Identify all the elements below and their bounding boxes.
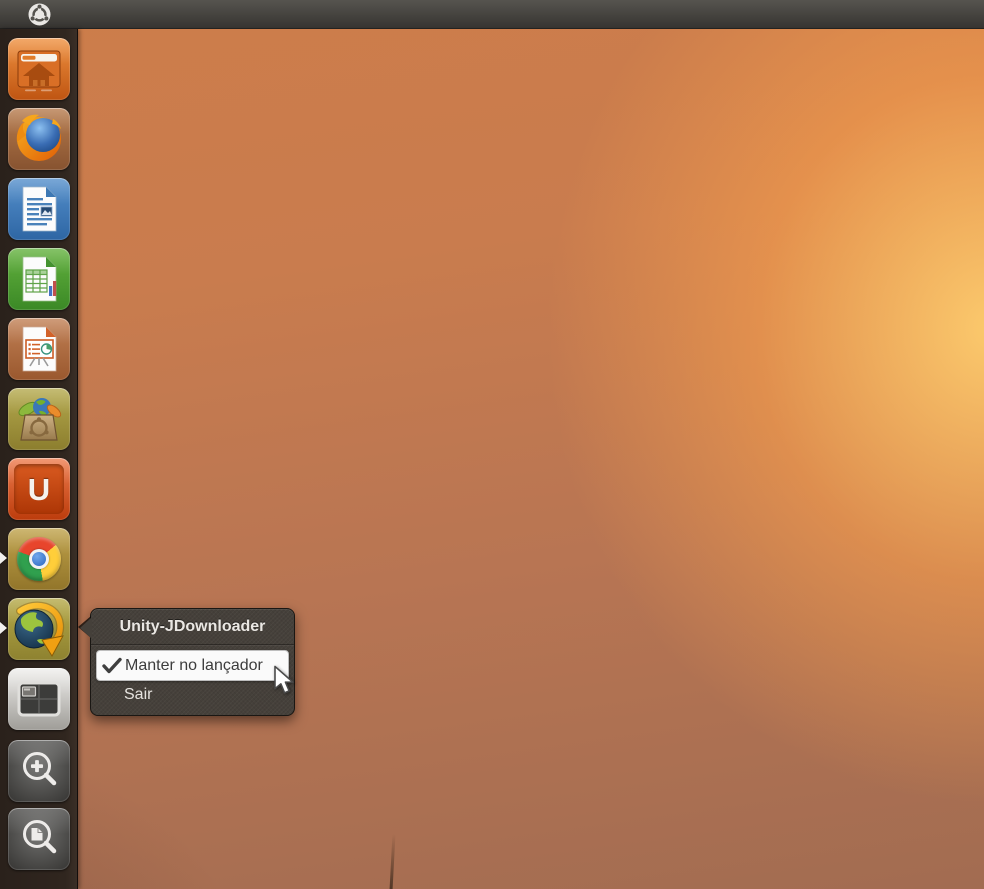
launcher-item-workspace-switcher[interactable] — [8, 668, 70, 730]
quicklist-item-keep-in-launcher[interactable]: Manter no lançador — [96, 650, 289, 681]
ubuntu-logo-icon[interactable] — [27, 2, 52, 27]
writer-icon — [22, 186, 57, 232]
firefox-icon — [16, 114, 61, 161]
calc-icon — [22, 256, 57, 302]
launcher-item-zoom-lens[interactable] — [8, 740, 70, 802]
mouse-cursor — [272, 665, 298, 700]
jdownloader-icon — [14, 601, 65, 657]
launcher-item-libreoffice-impress[interactable] — [8, 318, 70, 380]
desktop-wallpaper — [0, 0, 984, 889]
software-center-icon — [18, 398, 62, 441]
ubuntu-one-glyph: U — [27, 472, 51, 507]
running-indicator-jdownloader — [0, 622, 7, 634]
home-folder-icon — [17, 50, 61, 92]
launcher-item-ubuntu-one[interactable]: U — [8, 458, 70, 520]
impress-icon — [22, 326, 57, 372]
check-icon — [102, 657, 122, 673]
launcher-item-libreoffice-writer[interactable] — [8, 178, 70, 240]
chrome-icon — [17, 537, 61, 581]
launcher-item-jdownloader[interactable] — [8, 598, 70, 660]
launcher-item-google-chrome[interactable] — [8, 528, 70, 590]
launcher-item-libreoffice-calc[interactable] — [8, 248, 70, 310]
launcher-item-home-folder[interactable] — [8, 38, 70, 100]
unity-launcher: U — [0, 29, 78, 889]
quicklist-item-label: Sair — [124, 686, 153, 703]
magnifier-document-icon — [23, 820, 57, 854]
wallpaper-pole-silhouette — [389, 833, 396, 889]
running-indicator-chrome — [0, 552, 7, 564]
launcher-item-ubuntu-software-center[interactable] — [8, 388, 70, 450]
quicklist-item-quit[interactable]: Sair — [96, 681, 289, 709]
quicklist-item-label: Manter no lançador — [125, 656, 263, 674]
top-panel — [0, 0, 984, 29]
launcher-item-firefox[interactable] — [8, 108, 70, 170]
quicklist-title[interactable]: Unity-JDownloader — [91, 609, 294, 645]
ubuntu-one-icon: U — [14, 464, 64, 514]
workspace-switcher-icon — [17, 681, 61, 717]
launcher-item-find-files-lens[interactable] — [8, 808, 70, 870]
magnifier-plus-icon — [23, 752, 57, 786]
quicklist-menu: Unity-JDownloader Manter no lançador Sai… — [78, 608, 295, 716]
